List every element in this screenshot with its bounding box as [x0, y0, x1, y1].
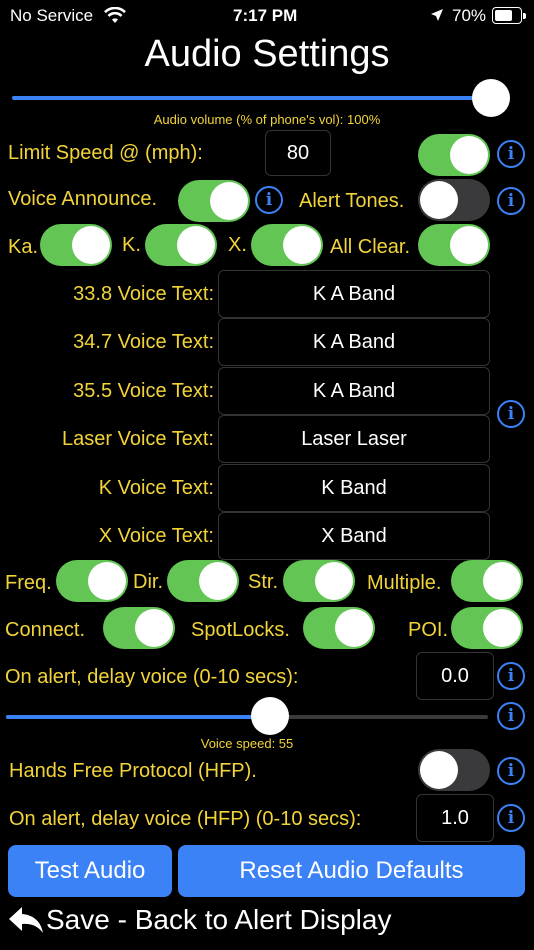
- connect-toggle[interactable]: [103, 607, 175, 649]
- dir-label: Dir.: [133, 571, 163, 593]
- voice-text-info-icon[interactable]: i: [497, 400, 525, 428]
- voice-announce-info-icon[interactable]: i: [255, 186, 283, 214]
- alert-tones-toggle[interactable]: [418, 179, 490, 221]
- alert-tones-info-icon[interactable]: i: [497, 187, 525, 215]
- freq-label: Freq.: [5, 572, 52, 594]
- test-audio-button[interactable]: Test Audio: [8, 845, 172, 897]
- poi-label: POI.: [408, 619, 449, 641]
- str-toggle[interactable]: [283, 560, 355, 602]
- delay-voice-label: On alert, delay voice (0-10 secs):: [5, 666, 299, 688]
- voice-announce-label: Voice Announce.: [8, 188, 158, 210]
- limit-speed-info-icon[interactable]: i: [497, 140, 525, 168]
- voice-text-355-input[interactable]: K A Band: [218, 367, 490, 415]
- voice-text-338-label: 33.8 Voice Text:: [73, 283, 214, 305]
- volume-slider-track[interactable]: [12, 96, 490, 100]
- voice-speed-info-icon[interactable]: i: [497, 702, 525, 730]
- battery-percent: 70%: [452, 6, 487, 25]
- delay-voice-hfp-label: On alert, delay voice (HFP) (0-10 secs):: [9, 808, 362, 830]
- voice-announce-toggle[interactable]: [178, 180, 250, 222]
- voice-text-k-input[interactable]: K Band: [218, 464, 490, 512]
- hfp-toggle[interactable]: [418, 749, 490, 791]
- hfp-info-icon[interactable]: i: [497, 757, 525, 785]
- voice-text-laser-input[interactable]: Laser Laser: [218, 415, 490, 463]
- poi-toggle[interactable]: [451, 607, 523, 649]
- clock: 7:17 PM: [233, 6, 298, 25]
- voice-text-x-label: X Voice Text:: [98, 525, 214, 547]
- all-clear-label: All Clear.: [330, 236, 411, 258]
- ka-toggle[interactable]: [40, 224, 112, 266]
- page-title: Audio Settings: [144, 33, 390, 75]
- voice-speed-slider-thumb[interactable]: [251, 697, 289, 735]
- voice-text-338-input[interactable]: K A Band: [218, 270, 490, 318]
- multiple-toggle[interactable]: [451, 560, 523, 602]
- reset-audio-defaults-button[interactable]: Reset Audio Defaults: [178, 845, 525, 897]
- x-label: X.: [228, 234, 247, 256]
- voice-speed-caption: Voice speed: 55: [200, 736, 294, 751]
- voice-text-laser-label: Laser Voice Text:: [62, 428, 214, 450]
- connect-label: Connect.: [5, 619, 86, 641]
- dir-toggle[interactable]: [167, 560, 239, 602]
- hfp-label: Hands Free Protocol (HFP).: [9, 760, 257, 782]
- voice-speed-slider-fill: [6, 715, 271, 719]
- delay-voice-input[interactable]: 0.0: [416, 652, 494, 700]
- spotlocks-label: SpotLocks.: [191, 619, 290, 641]
- battery-icon: [492, 7, 526, 24]
- back-arrow-icon: [9, 907, 43, 933]
- voice-text-x-input[interactable]: X Band: [218, 512, 490, 560]
- limit-speed-input[interactable]: 80: [265, 130, 331, 176]
- freq-toggle[interactable]: [56, 560, 128, 602]
- limit-speed-toggle[interactable]: [418, 134, 490, 176]
- delay-voice-hfp-input[interactable]: 1.0: [416, 794, 494, 842]
- voice-text-347-input[interactable]: K A Band: [218, 318, 490, 366]
- limit-speed-label: Limit Speed @ (mph):: [8, 142, 203, 164]
- spotlocks-toggle[interactable]: [303, 607, 375, 649]
- all-clear-toggle[interactable]: [418, 224, 490, 266]
- x-toggle[interactable]: [251, 224, 323, 266]
- delay-voice-info-icon[interactable]: i: [497, 662, 525, 690]
- voice-text-k-label: K Voice Text:: [98, 477, 214, 499]
- multiple-label: Multiple.: [367, 572, 442, 594]
- k-label: K.: [122, 234, 141, 256]
- volume-caption: Audio volume (% of phone's vol): 100%: [153, 112, 381, 127]
- save-back-button[interactable]: Save - Back to Alert Display: [8, 900, 391, 940]
- k-toggle[interactable]: [145, 224, 217, 266]
- delay-voice-hfp-info-icon[interactable]: i: [497, 804, 525, 832]
- wifi-icon: [104, 7, 126, 23]
- voice-text-355-label: 35.5 Voice Text:: [73, 380, 214, 402]
- ka-label: Ka.: [8, 236, 39, 258]
- alert-tones-label: Alert Tones.: [299, 190, 405, 212]
- location-arrow-icon: [431, 9, 443, 21]
- carrier-label: No Service: [10, 6, 94, 25]
- str-label: Str.: [248, 571, 279, 593]
- save-back-label: Save - Back to Alert Display: [46, 904, 392, 935]
- voice-text-347-label: 34.7 Voice Text:: [73, 331, 214, 353]
